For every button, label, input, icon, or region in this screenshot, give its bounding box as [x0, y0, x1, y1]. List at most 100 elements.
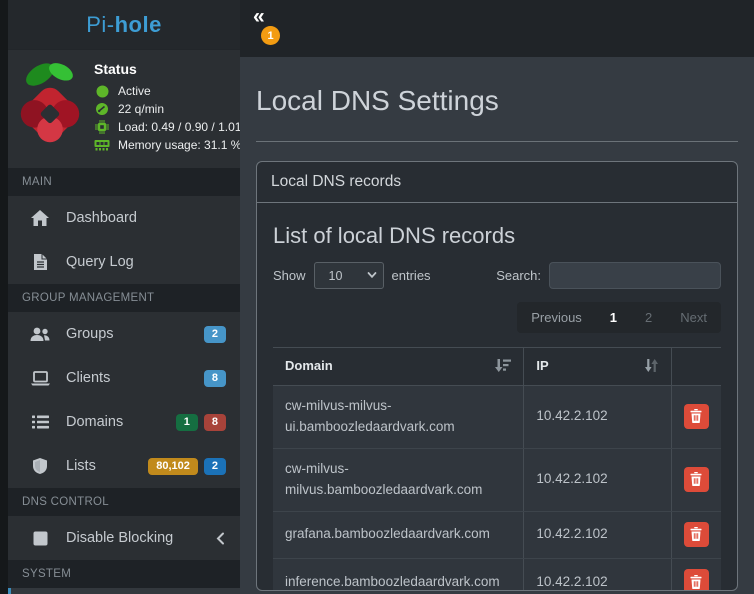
brand-suffix: hole: [115, 12, 162, 38]
sidebar-item-domains[interactable]: Domains 18: [8, 400, 240, 444]
sidebar-item-settings[interactable]: Settings: [8, 588, 240, 594]
sort-amount-icon: [494, 359, 511, 375]
sidebar-item-groups[interactable]: Groups 2: [8, 312, 240, 356]
page-button-next[interactable]: Next: [666, 302, 721, 333]
laptop-icon: [30, 369, 50, 387]
table-row: cw-milvus-milvus.bamboozledaardvark.com …: [273, 448, 721, 511]
notification-badge[interactable]: 1: [261, 26, 280, 45]
column-label: Domain: [285, 358, 333, 373]
ip-cell: 10.42.2.102: [524, 448, 672, 511]
column-header-ip[interactable]: IP: [524, 348, 672, 386]
status-title: Status: [94, 61, 240, 77]
search-control: Search:: [496, 262, 721, 289]
badge: 80,102: [148, 458, 198, 475]
main-area: « 1 Local DNS Settings Local DNS records…: [240, 0, 754, 594]
table-row: cw-milvus-milvus-ui.bamboozledaardvark.c…: [273, 386, 721, 449]
sidebar-collapse-icon[interactable]: «: [253, 4, 265, 29]
home-icon: [30, 209, 50, 227]
sidebar-item-label: Disable Blocking: [66, 530, 173, 546]
menu-section-header: DNS CONTROL: [8, 488, 240, 516]
page-button-2[interactable]: 2: [631, 302, 666, 333]
badge: 8: [204, 370, 226, 387]
menu-section-header: MAIN: [8, 168, 240, 196]
dns-records-table: Domain IP cw-milvus-milvus-ui.bamboozleda…: [273, 347, 721, 591]
card-body: List of local DNS records Show 10 entrie…: [257, 203, 737, 591]
ip-cell: 10.42.2.102: [524, 386, 672, 449]
status-item: 22 q/min: [94, 102, 240, 116]
menu-section-header: SYSTEM: [8, 560, 240, 588]
badge: 2: [204, 326, 226, 343]
sidebar-item-lists[interactable]: Lists 80,102 2: [8, 444, 240, 488]
status-panel: Status Active 22 q/min Load: 0.49 / 0.90…: [8, 50, 240, 168]
sort-both-icon: [644, 359, 659, 375]
badge: 1: [176, 414, 198, 431]
sidebar-item-label: Query Log: [66, 254, 134, 270]
table-controls: Show 10 entries Search:: [273, 262, 721, 289]
status-item: Memory usage: 31.1 %: [94, 138, 240, 152]
column-header-actions[interactable]: [671, 348, 721, 386]
pihole-admin-window: Pi-hole Status Active 22 q/min: [0, 0, 754, 594]
column-header-domain[interactable]: Domain: [273, 348, 524, 386]
title-divider: [256, 141, 738, 142]
column-label: IP: [536, 358, 548, 373]
card-header: Local DNS records: [257, 162, 737, 203]
domain-cell: grafana.bamboozledaardvark.com: [273, 511, 524, 558]
sidebar-item-dashboard[interactable]: Dashboard: [8, 196, 240, 240]
sidebar-item-disable-blocking[interactable]: Disable Blocking: [8, 516, 240, 560]
sidebar-item-label: Lists: [66, 458, 96, 474]
status-item-label: Active: [118, 84, 151, 98]
sidebar-item-label: Groups: [66, 326, 114, 342]
badge: 2: [204, 458, 226, 475]
domain-cell: cw-milvus-milvus.bamboozledaardvark.com: [273, 448, 524, 511]
sidebar: Pi-hole Status Active 22 q/min: [8, 0, 240, 594]
ip-cell: 10.42.2.102: [524, 559, 672, 591]
status-item-label: Load: 0.49 / 0.90 / 1.01: [118, 120, 240, 134]
pagination-row: Previous12Next: [273, 302, 721, 333]
status-item-label: 22 q/min: [118, 102, 164, 116]
gauge-icon: [94, 102, 110, 116]
entries-label: entries: [392, 268, 431, 283]
sidebar-item-query-log[interactable]: Query Log: [8, 240, 240, 284]
top-navbar: « 1: [240, 0, 754, 57]
table-row: inference.bamboozledaardvark.com 10.42.2…: [273, 559, 721, 591]
pagination: Previous12Next: [517, 302, 721, 333]
status-dot-icon: [94, 84, 110, 98]
memory-icon: [94, 138, 110, 152]
page-button-1[interactable]: 1: [596, 302, 631, 333]
menu-section-header: GROUP MANAGEMENT: [8, 284, 240, 312]
content: Local DNS Settings Local DNS records Lis…: [240, 83, 754, 591]
screen-edge: [0, 0, 8, 594]
badge: 8: [204, 414, 226, 431]
ip-cell: 10.42.2.102: [524, 511, 672, 558]
page-button-previous[interactable]: Previous: [517, 302, 596, 333]
search-label: Search:: [496, 268, 541, 283]
show-label: Show: [273, 268, 306, 283]
table-row: grafana.bamboozledaardvark.com 10.42.2.1…: [273, 511, 721, 558]
page-title: Local DNS Settings: [256, 83, 738, 118]
domain-cell: inference.bamboozledaardvark.com: [273, 559, 524, 591]
list-icon: [30, 413, 50, 431]
file-icon: [30, 253, 50, 271]
search-input[interactable]: [549, 262, 721, 289]
delete-record-button[interactable]: [684, 467, 709, 492]
local-dns-records-card: Local DNS records List of local DNS reco…: [256, 161, 738, 591]
chevron-left-icon: [214, 532, 226, 545]
stop-icon: [30, 529, 50, 547]
show-entries-control: Show 10 entries: [273, 262, 431, 289]
users-icon: [30, 325, 50, 343]
microchip-icon: [94, 120, 110, 134]
sidebar-item-label: Domains: [66, 414, 123, 430]
sidebar-item-label: Dashboard: [66, 210, 137, 226]
delete-record-button[interactable]: [684, 569, 709, 591]
sidebar-menu: MAIN Dashboard Query Log GROUP MANAGEMEN…: [8, 168, 240, 594]
delete-record-button[interactable]: [684, 404, 709, 429]
brand-prefix: Pi-: [86, 12, 114, 38]
status-item: Load: 0.49 / 0.90 / 1.01: [94, 120, 240, 134]
sidebar-item-clients[interactable]: Clients 8: [8, 356, 240, 400]
entries-select[interactable]: 10: [314, 262, 384, 289]
shield-icon: [30, 457, 50, 475]
list-title: List of local DNS records: [273, 223, 721, 249]
pihole-raspberry-logo: [18, 59, 82, 145]
delete-record-button[interactable]: [684, 522, 709, 547]
brand-logo-text[interactable]: Pi-hole: [8, 0, 240, 50]
